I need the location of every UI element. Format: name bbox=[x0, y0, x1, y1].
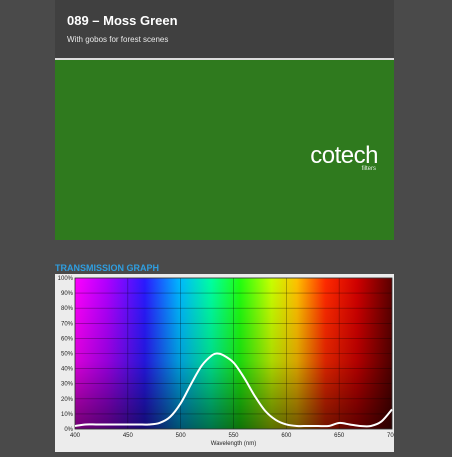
x-tick-label: 600 bbox=[281, 433, 292, 439]
filter-card: 089 – Moss Green With gobos for forest s… bbox=[55, 0, 394, 240]
y-tick-label: 10% bbox=[61, 412, 74, 418]
y-tick-label: 100% bbox=[58, 276, 74, 282]
y-tick-label: 30% bbox=[61, 382, 74, 388]
y-tick-label: 80% bbox=[61, 306, 74, 312]
x-tick-label: 700 bbox=[387, 433, 394, 439]
x-axis-title: Wavelength (nm) bbox=[211, 441, 256, 447]
filter-subtitle: With gobos for forest scenes bbox=[67, 35, 169, 44]
filter-title: 089 – Moss Green bbox=[67, 13, 178, 28]
y-tick-label: 70% bbox=[61, 321, 74, 327]
x-tick-label: 500 bbox=[176, 433, 187, 439]
x-axis-labels: 400 450 500 550 600 650 700 bbox=[70, 433, 398, 439]
graph-heading: TRANSMISSION GRAPH bbox=[55, 263, 160, 273]
x-tick-label: 650 bbox=[334, 433, 345, 439]
transmission-graph: 0% 10% 20% 30% 40% 50% 60% 70% 80% 90% 100% 400 450… bbox=[55, 274, 398, 452]
cotech-logo-subtext: filters bbox=[361, 166, 376, 172]
x-tick-label: 450 bbox=[123, 433, 134, 439]
y-tick-label: 50% bbox=[61, 352, 74, 358]
y-tick-label: 20% bbox=[61, 397, 74, 403]
y-axis-labels: 0%10%20%30%40%50%60%70%80%90%100% bbox=[58, 276, 74, 433]
filter-header: 089 – Moss Green With gobos for forest s… bbox=[55, 0, 394, 58]
y-tick-label: 90% bbox=[61, 291, 74, 297]
x-tick-label: 550 bbox=[228, 433, 239, 439]
y-tick-label: 40% bbox=[61, 367, 74, 373]
y-tick-label: 60% bbox=[61, 336, 74, 342]
transmission-chart-svg: 0%10%20%30%40%50%60%70%80%90%100% 400 450… bbox=[58, 276, 398, 447]
x-tick-label: 400 bbox=[70, 433, 81, 439]
